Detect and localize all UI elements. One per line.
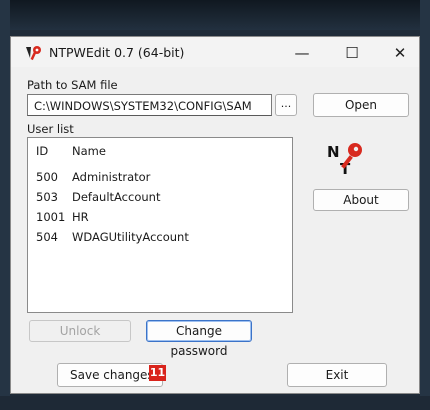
svg-text:N: N: [327, 143, 340, 161]
close-button[interactable]: ✕: [377, 41, 423, 65]
maximize-button[interactable]: ☐: [329, 41, 375, 65]
desktop-background-bottom: [0, 396, 430, 410]
user-row[interactable]: 503 DefaultAccount: [28, 188, 292, 208]
title-bar: NTPWEdit 0.7 (64-bit) — ☐ ✕: [11, 37, 419, 67]
user-id: 1001: [36, 210, 66, 224]
exit-button[interactable]: Exit: [287, 363, 387, 387]
desktop-background: [0, 0, 430, 30]
user-row[interactable]: 504 WDAGUtilityAccount: [28, 228, 292, 248]
user-list[interactable]: ID Name 500 Administrator 503 DefaultAcc…: [27, 137, 293, 313]
user-list-header: ID Name: [28, 138, 292, 164]
unlock-button[interactable]: Unlock: [29, 320, 131, 342]
app-key-icon: [26, 46, 41, 61]
user-name: HR: [72, 210, 89, 224]
user-name: DefaultAccount: [72, 190, 161, 204]
window-title: NTPWEdit 0.7 (64-bit): [49, 45, 185, 60]
user-id: 504: [36, 230, 58, 244]
user-name: WDAGUtilityAccount: [72, 230, 189, 244]
user-row[interactable]: 1001 HR: [28, 208, 292, 228]
browse-button[interactable]: ...: [275, 94, 297, 116]
nt-logo-icon: N T: [327, 143, 362, 177]
user-id: 503: [36, 190, 58, 204]
sam-path-field[interactable]: C:\WINDOWS\SYSTEM32\CONFIG\SAM: [27, 94, 272, 116]
change-password-button[interactable]: Change password: [146, 320, 252, 358]
user-id: 500: [36, 170, 58, 184]
minimize-button[interactable]: —: [279, 41, 325, 65]
column-id-header[interactable]: ID: [36, 144, 48, 158]
user-name: Administrator: [72, 170, 151, 184]
user-list-label: User list: [27, 122, 74, 136]
sam-path-label: Path to SAM file: [27, 78, 118, 92]
about-button[interactable]: About: [313, 189, 409, 211]
ntpwedit-window: NTPWEdit 0.7 (64-bit) — ☐ ✕ Path to SAM …: [10, 36, 420, 394]
user-row[interactable]: 500 Administrator: [28, 168, 292, 188]
column-name-header[interactable]: Name: [72, 144, 106, 158]
step-badge: 11: [149, 365, 166, 381]
save-changes-button[interactable]: Save changes: [57, 363, 163, 387]
open-button[interactable]: Open: [313, 93, 409, 117]
desktop-background-left: [0, 0, 10, 410]
